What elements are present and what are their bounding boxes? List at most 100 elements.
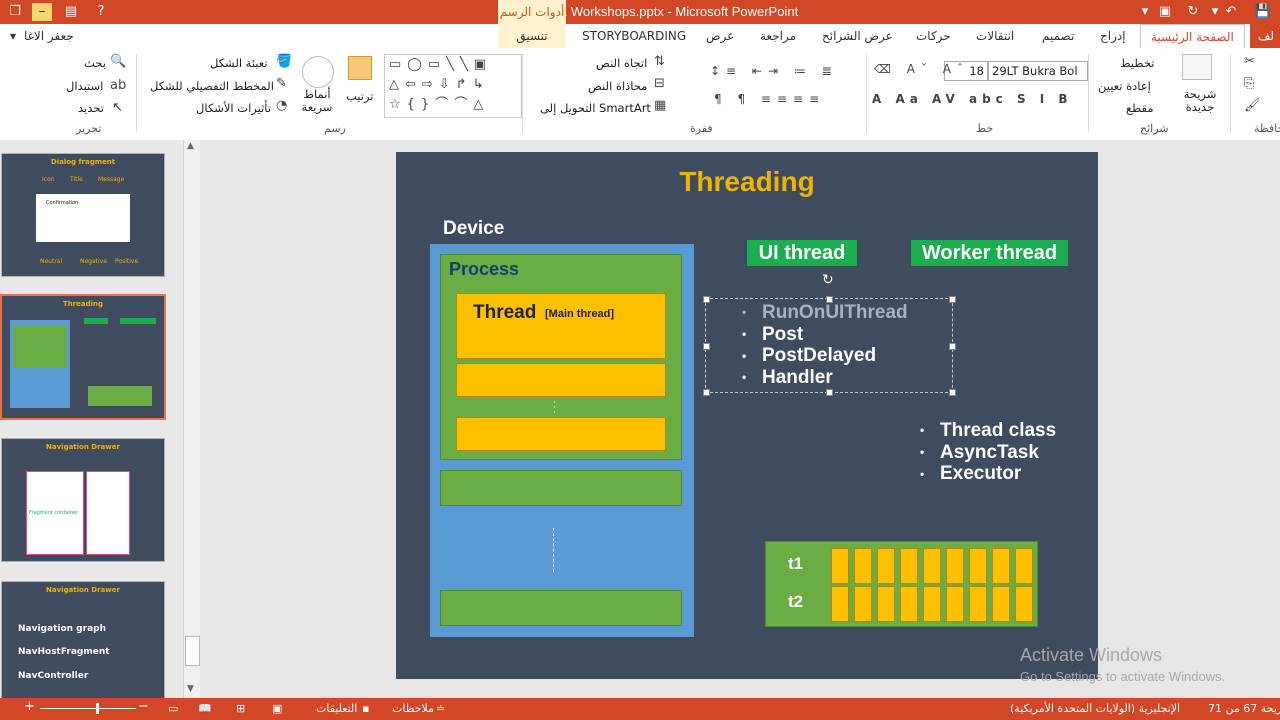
cut-icon[interactable]: ✂ (1244, 54, 1255, 69)
zoom-in-icon[interactable]: + (24, 699, 35, 714)
smartart-button[interactable]: التحويل إلى SmartArt (540, 101, 651, 115)
ellipsis-dots: · · · (553, 398, 556, 418)
worker-thread-header: Worker thread (911, 240, 1068, 266)
thumbnail-title: Navigation Drawer (46, 443, 120, 451)
section-button[interactable]: مقطع (1126, 101, 1154, 115)
shapes-gallery[interactable]: ▭◯▭╲╲▣ △⇦⇨⇩↱↳ ☆{}⌒⌒△ (384, 54, 522, 118)
replace-button[interactable]: استبدال (66, 79, 103, 93)
tab-transitions[interactable]: انتقالات (976, 24, 1014, 48)
quick-styles-button[interactable]: أنماط سريعة (296, 88, 338, 114)
shape-fill-button[interactable]: تعبئة الشكل (210, 56, 268, 70)
text-direction-icon: ⇅ (654, 54, 665, 69)
thread-pool-box: t1 t2 (765, 541, 1038, 627)
alignment-buttons-icon[interactable]: ¶ ¶ ≡≡≡≡ (714, 92, 825, 106)
slide-canvas[interactable]: Threading Device Process Thread [Main th… (396, 152, 1098, 679)
help-icon[interactable]: ? (92, 3, 110, 21)
account-dropdown-icon[interactable]: ▾ (10, 24, 16, 48)
tab-storyboarding[interactable]: STORYBOARDING (582, 24, 686, 48)
slide-thumbnail[interactable]: Navigation Drawer Navigation graph NavHo… (1, 581, 165, 705)
zoom-slider[interactable] (40, 708, 136, 709)
list-buttons-icon[interactable]: ↕≡ ⇤⇥ ≔ ≣ (710, 64, 838, 78)
format-painter-icon[interactable]: 🖌 (1244, 98, 1261, 113)
text-direction-button[interactable]: اتجاه النص (596, 56, 647, 70)
ribbon-display-icon[interactable]: ▤ (62, 3, 80, 21)
select-button[interactable]: تحديد (78, 101, 104, 115)
group-divider (522, 54, 523, 132)
find-button[interactable]: بحث (84, 56, 106, 70)
pool-cell (969, 586, 987, 622)
reading-view-icon[interactable]: 📖 (198, 702, 212, 715)
comment-icon: ▪ (362, 702, 370, 715)
thumbnail-title: Dialog fragment (50, 158, 116, 166)
tab-animations[interactable]: حركات (916, 24, 951, 48)
shape-outline-button[interactable]: المخطط التفصيلي للشكل (150, 79, 274, 93)
tab-review[interactable]: مراجعة (760, 24, 796, 48)
zoom-out-icon[interactable]: − (138, 699, 149, 714)
account-name[interactable]: جعفر الاغا (24, 24, 74, 48)
new-slide-button[interactable]: شريحة جديدة (1178, 88, 1222, 114)
ribbon-tabs: ▾ جعفر الاغا STORYBOARDING عرض مراجعة عر… (0, 24, 1280, 49)
tab-format[interactable]: تنسيق (498, 24, 566, 48)
slide-sorter-icon[interactable]: ⊞ (236, 702, 245, 715)
copy-icon[interactable]: ⎘ (1244, 76, 1254, 91)
activate-windows-watermark: Activate Windows Go to Settings to activ… (1020, 645, 1225, 684)
layout-button[interactable]: تخطيط (1120, 56, 1154, 70)
scroll-thumb[interactable] (185, 636, 200, 666)
quick-styles-icon (302, 56, 334, 88)
slideshow-start-icon[interactable]: ▣ (1156, 3, 1174, 21)
slide-thumbnail-selected[interactable]: Threading (0, 294, 166, 420)
pool-cell (946, 548, 964, 584)
reset-button[interactable]: إعادة تعيين (1098, 79, 1151, 93)
zoom-slider-thumb[interactable] (96, 703, 99, 714)
resize-handle[interactable] (703, 296, 710, 303)
customize-toolbar-icon[interactable]: ▾ (1136, 3, 1154, 21)
replace-icon: ab (110, 78, 127, 93)
align-text-icon: ⊟ (654, 76, 665, 91)
scroll-up-icon[interactable]: ▲ (187, 141, 194, 151)
arrange-button[interactable]: ترتيب (346, 89, 374, 103)
tab-design[interactable]: تصميم (1042, 24, 1074, 48)
device-label: Device (443, 218, 505, 239)
slide-thumbnail[interactable]: Dialog fragment Icon Title Message Confi… (1, 153, 165, 277)
thumbnail-label: Positive (115, 258, 139, 265)
process-box (440, 470, 682, 506)
font-format-buttons-icon[interactable]: A Aa AV abc S I B (872, 92, 1073, 106)
minimize-icon[interactable]: – (32, 3, 52, 21)
undo-icon[interactable]: ↶ (1222, 3, 1240, 21)
tab-file[interactable]: لف (1250, 24, 1280, 48)
tab-home[interactable]: الصفحة الرئيسية (1140, 24, 1245, 49)
language-indicator[interactable]: الإنجليزية (الولايات المتحدة الأمريكية) (1010, 702, 1180, 715)
font-size-buttons-icon[interactable]: ⌫ Aˇ Aˆ (874, 62, 969, 76)
pool-cell (900, 548, 918, 584)
resize-handle[interactable] (949, 389, 956, 396)
thread-box (456, 363, 666, 397)
redo-icon[interactable]: ↻ (1184, 3, 1202, 21)
save-icon[interactable]: 💾 (1254, 3, 1272, 21)
restore-icon[interactable]: ❐ (6, 3, 24, 21)
watermark-line1: Activate Windows (1020, 645, 1163, 665)
resize-handle[interactable] (826, 389, 833, 396)
tab-slideshow[interactable]: عرض الشرائح (822, 24, 893, 48)
align-text-button[interactable]: محاذاة النص (588, 79, 647, 93)
thumbnail-scrollbar[interactable]: ▲ ▼ (183, 140, 200, 698)
resize-handle[interactable] (949, 343, 956, 350)
shape-effects-button[interactable]: تأثيرات الأشكال (196, 101, 271, 115)
tab-insert[interactable]: إدراج (1100, 24, 1126, 48)
slide-thumbnail-pane: Dialog fragment Icon Title Message Confi… (0, 140, 200, 705)
slideshow-view-icon[interactable]: ▭ (168, 702, 178, 715)
tab-view[interactable]: عرض (706, 24, 734, 48)
scroll-down-icon[interactable]: ▼ (187, 684, 194, 694)
notes-button[interactable]: ملاحظات (392, 702, 434, 715)
slide-thumbnail[interactable]: Navigation Drawer Fragment container (1, 438, 165, 562)
thumbnail-ui-thread (84, 318, 108, 324)
font-name-box[interactable]: 29LT Bukra Bol (988, 61, 1088, 81)
resize-handle[interactable] (703, 343, 710, 350)
thumbnail-title: Threading (62, 300, 104, 308)
normal-view-icon[interactable]: ▣ (272, 702, 282, 715)
comments-button[interactable]: التعليقات (316, 702, 357, 715)
resize-handle[interactable] (703, 389, 710, 396)
resize-handle[interactable] (949, 296, 956, 303)
method-item: Executor (940, 463, 1022, 485)
ui-thread-header: UI thread (747, 240, 857, 266)
rotate-handle-icon[interactable]: ↻ (822, 272, 834, 288)
